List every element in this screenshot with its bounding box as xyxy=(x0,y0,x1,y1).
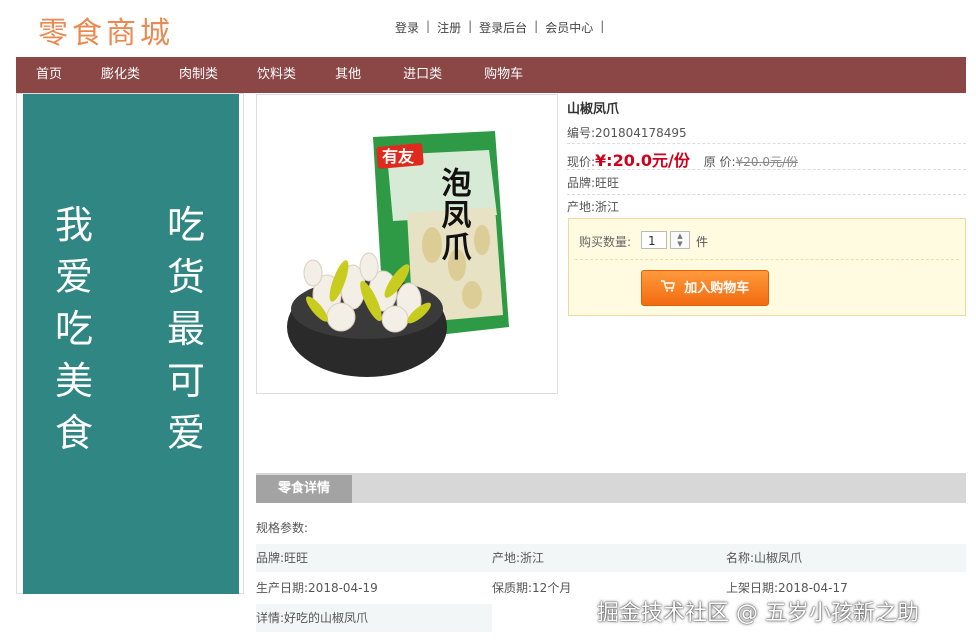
package-brand: 有友 xyxy=(382,147,415,166)
member-center-link[interactable]: 会员中心 xyxy=(545,19,593,36)
nav-item-puffed[interactable]: 膨化类 xyxy=(101,57,140,93)
detail-brand: 品牌:旺旺 xyxy=(256,551,309,565)
sku-label: 编号: xyxy=(567,126,596,140)
package-title: 泡凤爪 xyxy=(436,167,472,263)
orig-price-label: 原 价: xyxy=(703,155,736,169)
detail-produced: 生产日期:2018-04-19 xyxy=(256,581,378,595)
watermark: 掘金技术社区 @ 五岁小孩新之助 xyxy=(597,601,919,626)
divider xyxy=(575,259,959,260)
nav-item-cart[interactable]: 购物车 xyxy=(484,57,523,93)
chevron-down-icon[interactable]: ▼ xyxy=(671,240,689,248)
product-origin: 产地:浙江 xyxy=(567,200,620,214)
current-price: ¥:20.0元/份 xyxy=(595,151,690,170)
chevron-up-icon[interactable]: ▲ xyxy=(671,232,689,240)
cart-icon xyxy=(660,280,680,296)
nav-item-meat[interactable]: 肉制类 xyxy=(179,57,218,93)
banner-right-text: 吃货最可爱 xyxy=(166,203,205,455)
sku-value: 201804178495 xyxy=(595,126,687,140)
spec-title: 规格参数: xyxy=(256,521,309,535)
login-link[interactable]: 登录 xyxy=(395,19,419,36)
price-label: 现价: xyxy=(567,155,596,169)
nav-item-home[interactable]: 首页 xyxy=(36,57,62,93)
product-sku: 编号:201804178495 xyxy=(567,124,687,141)
detail-desc: 详情:好吃的山椒凤爪 xyxy=(256,604,492,632)
nav-item-drinks[interactable]: 饮料类 xyxy=(257,57,296,93)
separator: | xyxy=(600,19,605,33)
detail-origin: 产地:浙江 xyxy=(492,551,545,565)
register-link[interactable]: 注册 xyxy=(437,19,461,36)
top-links: 登录 | 注册 | 登录后台 | 会员中心 | xyxy=(395,19,611,36)
detail-name: 名称:山椒凤爪 xyxy=(726,551,803,565)
detail-row: 品牌:旺旺 产地:浙江 名称:山椒凤爪 xyxy=(256,544,966,572)
divider xyxy=(567,143,966,144)
add-to-cart-label: 加入购物车 xyxy=(684,281,750,296)
divider xyxy=(567,194,966,195)
divider xyxy=(567,169,966,170)
details-tab-bar: 零食详情 xyxy=(256,473,966,503)
buy-box: 购买数量: 1 ▲ ▼ 件 加入购物车 xyxy=(568,218,966,316)
separator: | xyxy=(426,19,431,33)
banner-left-text: 我爱吃美食 xyxy=(54,203,93,455)
site-logo[interactable]: 零食商城 xyxy=(38,12,174,56)
add-to-cart-button[interactable]: 加入购物车 xyxy=(641,270,769,306)
separator: | xyxy=(534,19,539,33)
quantity-stepper[interactable]: ▲ ▼ xyxy=(670,231,690,249)
product-brand: 品牌:旺旺 xyxy=(567,176,620,190)
price-row: 现价:¥:20.0元/份 原 价:¥20.0元/份 xyxy=(567,147,798,171)
nav-item-other[interactable]: 其他 xyxy=(335,57,361,93)
nav-item-imported[interactable]: 进口类 xyxy=(403,57,442,93)
detail-shelf-life: 保质期:12个月 xyxy=(492,581,572,595)
quantity-label: 购买数量: xyxy=(579,235,632,249)
product-photo: 有友 泡凤爪 xyxy=(287,131,509,377)
main-nav: 首页 膨化类 肉制类 饮料类 其他 进口类 购物车 xyxy=(16,57,966,93)
tab-snack-details[interactable]: 零食详情 xyxy=(256,475,352,503)
quantity-input[interactable]: 1 xyxy=(641,231,667,249)
quantity-unit: 件 xyxy=(696,235,709,249)
separator: | xyxy=(468,19,473,33)
product-image[interactable]: 有友 泡凤爪 xyxy=(256,94,558,394)
side-banner[interactable]: 我爱吃美食 吃货最可爱 xyxy=(23,94,239,594)
admin-login-link[interactable]: 登录后台 xyxy=(479,19,527,36)
original-price: ¥20.0元/份 xyxy=(735,155,798,169)
product-name: 山椒凤爪 xyxy=(567,102,620,117)
